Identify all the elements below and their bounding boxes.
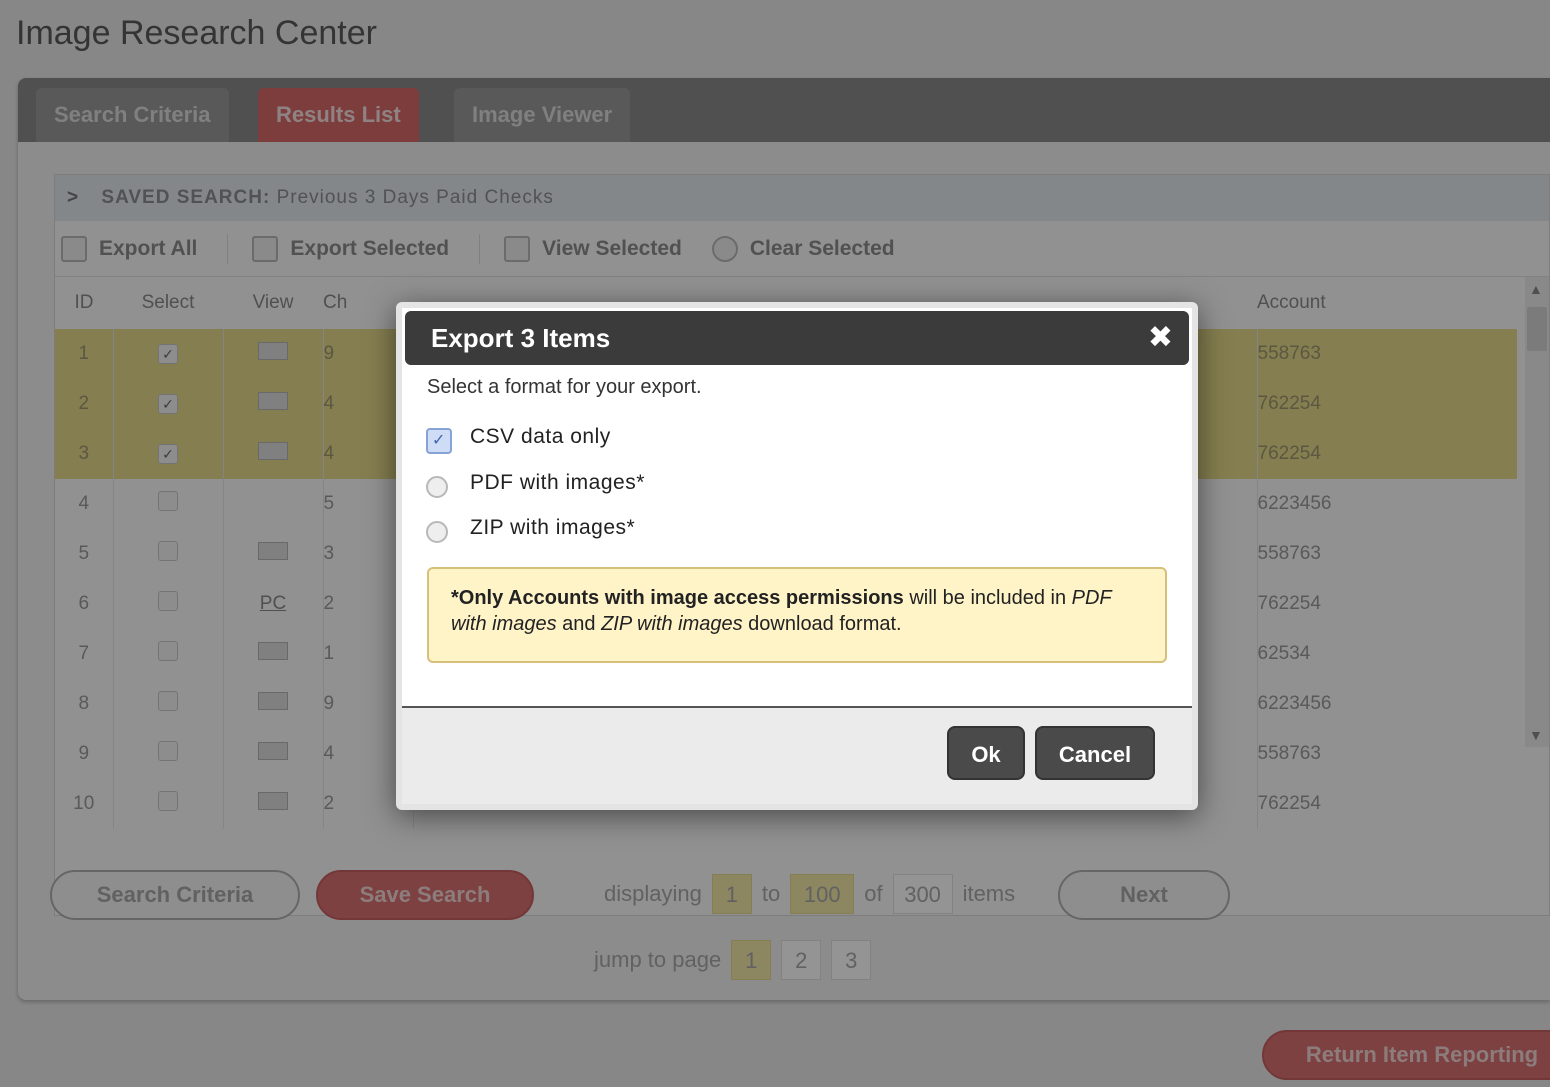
notice-text: and	[556, 613, 602, 635]
radio-button[interactable]	[426, 476, 448, 498]
option-pdf[interactable]: PDF with images*	[426, 468, 645, 498]
export-dialog: Export 3 Items ✖ Select a format for you…	[396, 302, 1198, 810]
notice-text: will be included in	[903, 587, 1072, 609]
dialog-title: Export 3 Items	[431, 323, 611, 353]
option-pdf-label: PDF with images*	[470, 471, 645, 494]
ok-button[interactable]: Ok	[947, 726, 1025, 780]
cancel-button[interactable]: Cancel	[1035, 726, 1155, 780]
radio-button[interactable]	[426, 521, 448, 543]
option-csv[interactable]: ✓ CSV data only	[426, 420, 611, 454]
option-zip[interactable]: ZIP with images*	[426, 513, 635, 543]
option-csv-label: CSV data only	[470, 425, 611, 448]
notice-bold-text: *Only Accounts with image access permiss…	[451, 587, 904, 609]
dialog-footer: Ok Cancel	[402, 706, 1192, 804]
option-zip-label: ZIP with images*	[470, 516, 636, 539]
notice-text: download format.	[742, 613, 902, 635]
permissions-notice: *Only Accounts with image access permiss…	[427, 567, 1167, 663]
dialog-header: Export 3 Items ✖	[405, 311, 1189, 365]
close-icon[interactable]: ✖	[1148, 311, 1173, 365]
notice-zip-text: ZIP with images	[601, 613, 743, 635]
checkbox-checked-icon[interactable]: ✓	[426, 428, 452, 454]
dialog-prompt: Select a format for your export.	[427, 376, 702, 398]
